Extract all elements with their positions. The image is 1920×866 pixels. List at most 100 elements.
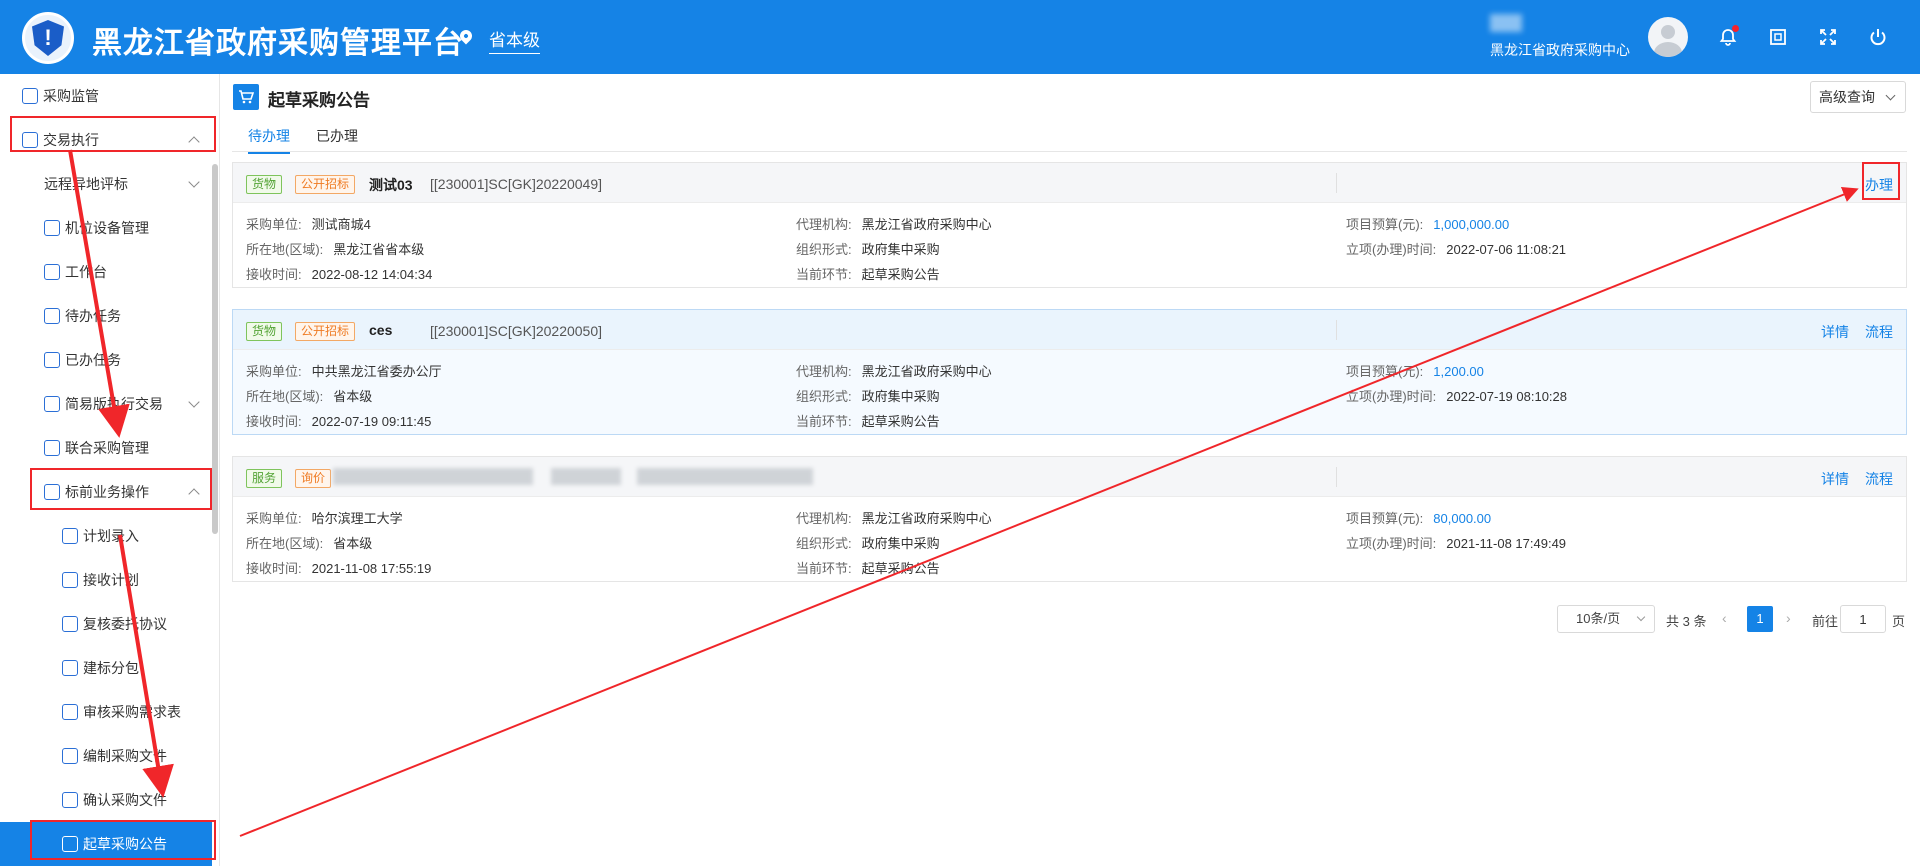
chevron-right-icon[interactable]: › xyxy=(1786,610,1791,626)
sidebar-item-compile-files[interactable]: 编制采购文件 xyxy=(0,734,212,778)
joint-icon xyxy=(44,440,60,456)
sidebar-item-build-package[interactable]: 建标分包 xyxy=(0,646,212,690)
sidebar-item-label: 复核委托协议 xyxy=(83,616,167,632)
category-tag: 服务 xyxy=(246,469,283,488)
process-link[interactable]: 流程 xyxy=(1865,322,1893,342)
blurred-project-name xyxy=(551,468,621,485)
package-icon xyxy=(62,660,78,676)
sidebar-item-joint-procurement[interactable]: 联合采购管理 xyxy=(0,426,212,470)
bell-icon[interactable] xyxy=(1718,25,1739,47)
sidebar-item-label: 接收计划 xyxy=(83,572,139,588)
sidebar-item-label: 计划录入 xyxy=(83,528,139,544)
sidebar-item-done-tasks[interactable]: 已办任务 xyxy=(0,338,212,382)
field-label: 当前环节: xyxy=(796,414,852,429)
app-title: 黑龙江省政府采购管理平台 xyxy=(92,27,464,60)
sidebar-item-label: 建标分包 xyxy=(83,660,139,676)
sidebar-item-todo-tasks[interactable]: 待办任务 xyxy=(0,294,212,338)
confirm-file-icon xyxy=(62,792,78,808)
field-label: 接收时间: xyxy=(246,561,302,576)
sidebar-item-audit-requirements[interactable]: 审核采购需求表 xyxy=(0,690,212,734)
sidebar-item-simple-execution[interactable]: 简易版执行交易 xyxy=(0,382,212,426)
field-value: 起草采购公告 xyxy=(861,267,940,282)
sidebar-item-remote-evaluation[interactable]: 远程异地评标 xyxy=(0,162,212,206)
divider xyxy=(1336,467,1337,487)
field-label: 接收时间: xyxy=(246,414,302,429)
org-form-field: 组织形式: 政府集中采购 xyxy=(796,239,940,258)
field-label: 当前环节: xyxy=(796,267,852,282)
field-value: 省本级 xyxy=(333,389,373,404)
field-label: 项目预算(元): xyxy=(1346,511,1424,526)
total-count: 共 3 条 xyxy=(1666,614,1707,629)
expand-icon[interactable] xyxy=(1818,27,1838,47)
agency-field: 代理机构: 黑龙江省政府采购中心 xyxy=(796,508,992,527)
done-task-icon xyxy=(44,352,60,368)
page-title: 起草采购公告 xyxy=(268,91,370,110)
page-number-current[interactable]: 1 xyxy=(1747,606,1773,632)
method-tag: 公开招标 xyxy=(295,322,356,341)
region-selector[interactable]: 省本级 xyxy=(489,26,540,54)
field-label: 组织形式: xyxy=(796,536,852,551)
annotation-box-transaction xyxy=(10,116,216,152)
tab-pending[interactable]: 待办理 xyxy=(248,126,290,154)
page-size-select[interactable]: 10条/页 xyxy=(1557,605,1655,633)
sidebar-item-label: 待办任务 xyxy=(65,308,121,324)
chevron-down-icon xyxy=(1636,612,1646,622)
process-link[interactable]: 流程 xyxy=(1865,469,1893,489)
power-icon[interactable] xyxy=(1868,27,1888,47)
tab-processed[interactable]: 已办理 xyxy=(316,126,358,152)
agency-field: 代理机构: 黑龙江省政府采购中心 xyxy=(796,214,992,233)
sidebar-item-plan-entry[interactable]: 计划录入 xyxy=(0,514,212,558)
purchaser-field: 采购单位: 测试商城4 xyxy=(246,214,371,233)
sidebar-item-receive-plan[interactable]: 接收计划 xyxy=(0,558,212,602)
project-name: 测试03 xyxy=(369,177,413,193)
project-card: 货物 公开招标 测试03 [[230001]SC[GK]20220049] 办理… xyxy=(232,162,1907,288)
card-header: 货物 公开招标 ces [[230001]SC[GK]20220050] 详情 … xyxy=(233,310,1906,350)
user-name-blurred xyxy=(1490,14,1522,32)
agreement-icon xyxy=(62,616,78,632)
chevron-left-icon[interactable]: ‹ xyxy=(1722,610,1727,626)
category-tag: 货物 xyxy=(246,322,283,341)
annotation-box-pre-bid xyxy=(30,468,212,510)
goto-label: 前往 xyxy=(1812,614,1839,629)
sidebar-item-device-management[interactable]: 机位设备管理 xyxy=(0,206,212,250)
sidebar-item-procurement-supervision[interactable]: 采购监管 xyxy=(0,74,212,118)
field-label: 采购单位: xyxy=(246,511,302,526)
blurred-project-name xyxy=(333,468,533,485)
receive-time-field: 接收时间: 2022-08-12 14:04:34 xyxy=(246,264,432,283)
window-icon[interactable] xyxy=(1768,27,1788,47)
purchaser-field: 采购单位: 中共黑龙江省委办公厅 xyxy=(246,361,442,380)
sidebar-item-label: 简易版执行交易 xyxy=(65,396,163,412)
field-label: 代理机构: xyxy=(796,217,852,232)
field-label: 组织形式: xyxy=(796,242,852,257)
sidebar-item-label: 确认采购文件 xyxy=(83,792,167,808)
card-header: 货物 公开招标 测试03 [[230001]SC[GK]20220049] 办理 xyxy=(233,163,1906,203)
avatar[interactable] xyxy=(1648,17,1688,57)
details-link[interactable]: 详情 xyxy=(1821,322,1849,342)
field-label: 代理机构: xyxy=(796,511,852,526)
sidebar-item-label: 远程异地评标 xyxy=(44,176,128,192)
project-card: 服务 询价 详情 流程 采购单位: 哈尔滨理工大学 代理机构: 黑龙江省政府采购中心… xyxy=(232,456,1907,582)
sidebar-item-label: 编制采购文件 xyxy=(83,748,167,764)
details-link[interactable]: 详情 xyxy=(1821,469,1849,489)
current-step-field: 当前环节: 起草采购公告 xyxy=(796,411,940,430)
advanced-query-dropdown[interactable]: 高级查询 xyxy=(1810,81,1906,113)
purchaser-field: 采购单位: 哈尔滨理工大学 xyxy=(246,508,403,527)
field-label: 立项(办理)时间: xyxy=(1346,389,1437,404)
page-unit-label: 页 xyxy=(1892,614,1906,629)
logo: ! xyxy=(22,12,74,64)
sidebar-item-confirm-files[interactable]: 确认采购文件 xyxy=(0,778,212,822)
sidebar-scrollbar[interactable] xyxy=(212,164,218,534)
sidebar-item-label: 工作台 xyxy=(65,264,107,280)
field-value: 起草采购公告 xyxy=(861,414,940,429)
sidebar-item-review-agreement[interactable]: 复核委托协议 xyxy=(0,602,212,646)
sidebar-item-workbench[interactable]: 工作台 xyxy=(0,250,212,294)
audit-icon xyxy=(62,704,78,720)
card-header: 服务 询价 详情 流程 xyxy=(233,457,1906,497)
method-tag: 询价 xyxy=(295,469,332,488)
goto-page-input[interactable] xyxy=(1840,605,1886,633)
field-label: 立项(办理)时间: xyxy=(1346,536,1437,551)
receive-icon xyxy=(62,572,78,588)
tab-bar: 待办理 已办理 xyxy=(232,120,1907,154)
chevron-down-icon xyxy=(188,176,200,188)
location-field: 所在地(区域): 黑龙江省省本级 xyxy=(246,239,424,258)
